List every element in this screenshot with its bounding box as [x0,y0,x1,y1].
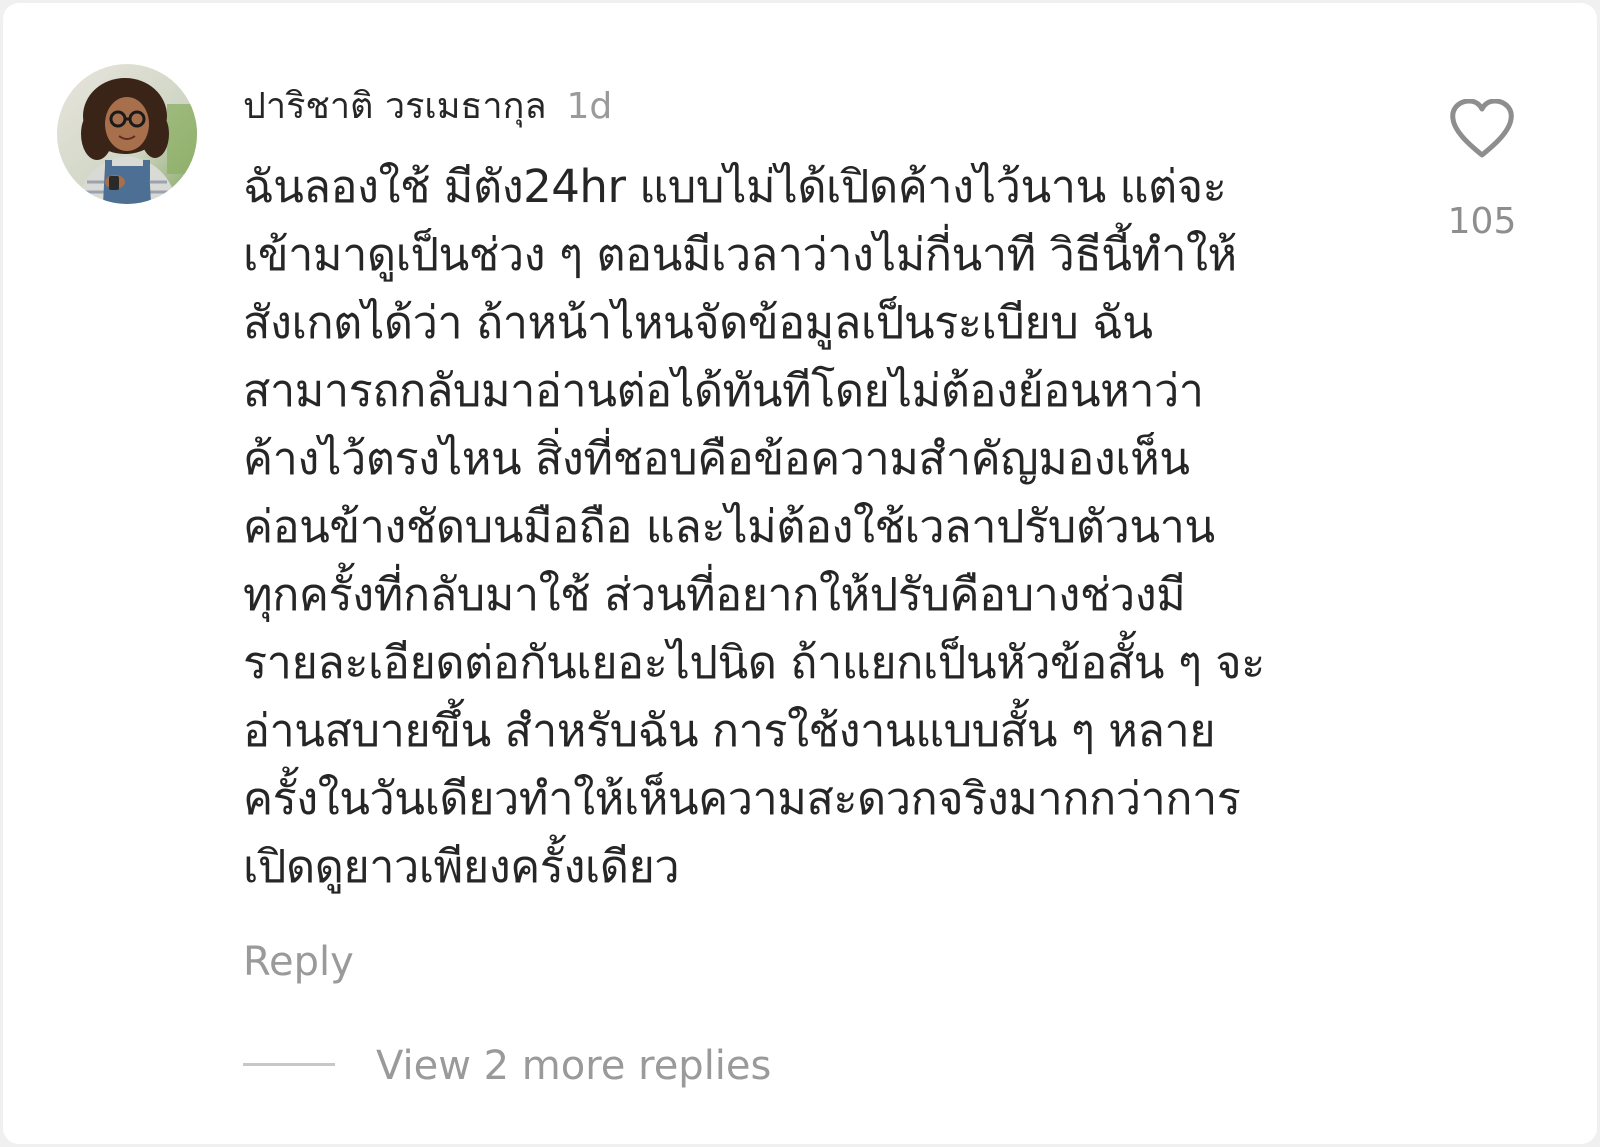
timestamp: 1d [566,86,613,127]
username[interactable]: ปาริชาติ วรเมธากุล [243,77,547,134]
like-count: 105 [1447,201,1517,242]
avatar[interactable] [57,64,197,204]
heart-icon [1450,98,1514,158]
comment-text: ฉันลองใช้ มีตัง24hr แบบไม่ได้เปิดค้างไว้… [243,160,1265,893]
view-more-replies-button[interactable]: View 2 more replies [376,1043,771,1089]
comment-header: ปาริชาติ วรเมธากุล 1d [243,77,612,133]
replies-divider [243,1063,335,1066]
avatar-image [57,64,197,204]
comment-card: ปาริชาติ วรเมธากุล 1d ฉันลองใช้ มีตัง24h… [3,3,1597,1144]
like-button[interactable] [1449,98,1515,159]
reply-button[interactable]: Reply [243,939,354,985]
